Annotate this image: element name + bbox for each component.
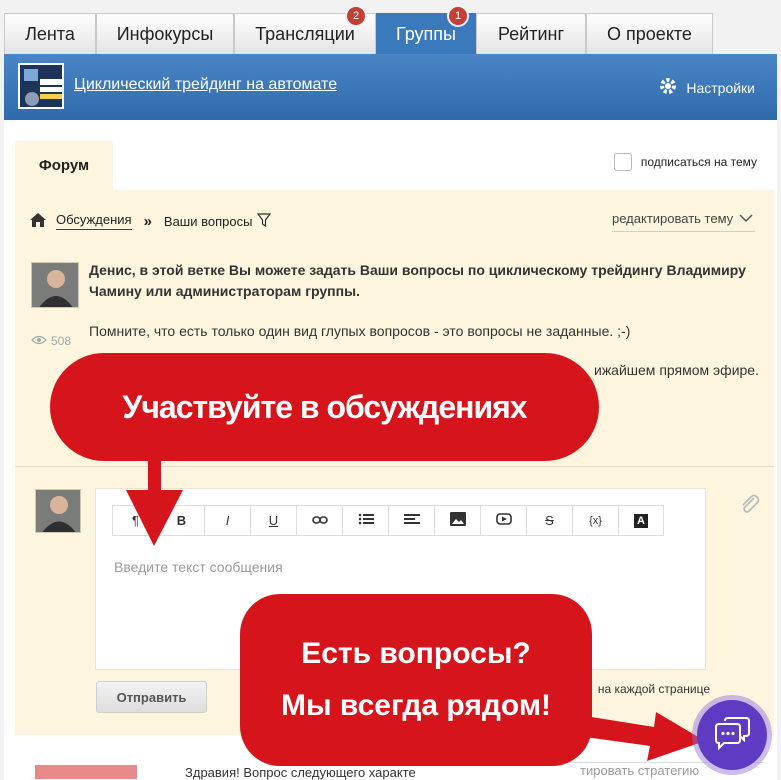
chat-bubble-icon xyxy=(713,715,751,756)
chat-widget-button[interactable] xyxy=(697,700,767,770)
callout-text: Участвуйте в обсуждениях xyxy=(122,388,527,425)
callout-text: Есть вопросы? xyxy=(301,637,531,670)
page-root: Лента Инфокурсы Трансляции 2 Группы 1 Ре… xyxy=(0,0,781,780)
callout-participate: Участвуйте в обсуждениях xyxy=(50,353,599,461)
callout-questions: Есть вопросы? Мы всегда рядом! xyxy=(240,594,592,766)
callout-text: Мы всегда рядом! xyxy=(280,689,551,722)
